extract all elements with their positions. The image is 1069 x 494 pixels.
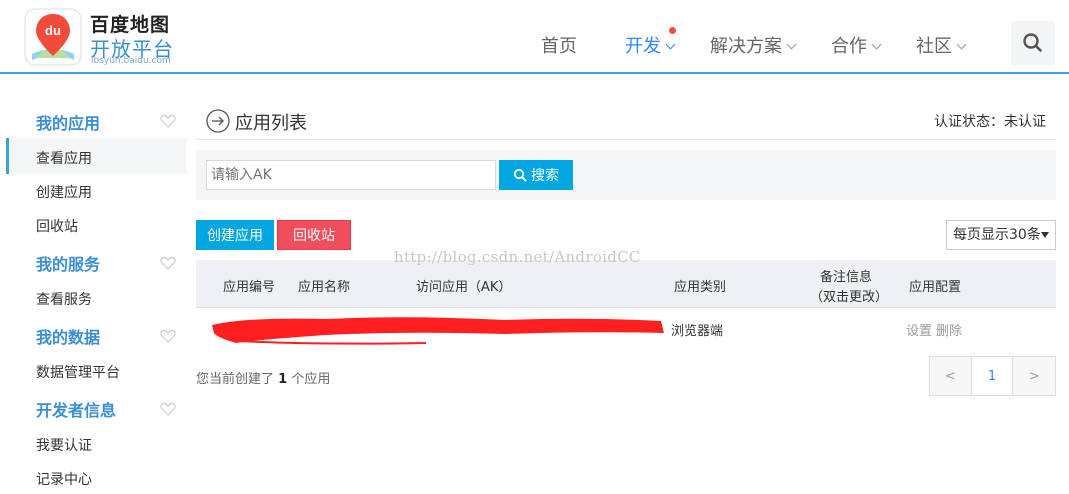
nav-solutions[interactable]: 解决方案 (710, 32, 797, 58)
search-button[interactable]: 搜索 (499, 160, 573, 190)
col-app-name: 应用名称 (298, 280, 351, 295)
sidebar-group-my-services[interactable]: 我的服务 (36, 251, 100, 275)
nav-cooperation[interactable]: 合作 (831, 32, 882, 58)
per-page-select[interactable]: 每页显示30条 (946, 220, 1056, 250)
sidebar-item-view-apps[interactable]: 查看应用 (36, 148, 92, 168)
col-config: 应用配置 (909, 280, 962, 295)
page-number[interactable]: 1 (971, 357, 1014, 395)
chevron-down-icon (871, 39, 882, 50)
cert-status: 认证状态：未认证 (934, 114, 1046, 130)
create-app-button[interactable]: 创建应用 (196, 220, 274, 250)
baidu-map-logo[interactable]: du 百度地图 开放平台 lbsyun.baidu.com (22, 6, 182, 68)
settings-link[interactable]: 设置 (906, 320, 932, 339)
caret-down-icon (1041, 232, 1049, 238)
pagination: < 1 > (929, 356, 1056, 396)
notification-dot (669, 27, 676, 34)
table-row: 浏览器端 设置 删除 (196, 309, 1056, 347)
nav-cooperation-label: 合作 (831, 36, 867, 57)
top-header: du 百度地图 开放平台 lbsyun.baidu.com 首页 开发 解决方案… (0, 0, 1069, 74)
chevron-down-icon (786, 39, 797, 50)
nav-home[interactable]: 首页 (541, 32, 577, 58)
heart-icon[interactable] (160, 402, 176, 416)
app-count-summary: 您当前创建了 1 个应用 (196, 368, 330, 387)
nav-home-label: 首页 (541, 36, 577, 57)
next-page-button[interactable]: > (1013, 357, 1055, 395)
logo-url: lbsyun.baidu.com (91, 56, 171, 66)
sidebar-item-create-app[interactable]: 创建应用 (36, 182, 92, 202)
search-panel: 搜索 (196, 150, 1056, 200)
col-ak: 访问应用（AK） (416, 280, 512, 295)
prev-page-button[interactable]: < (930, 357, 972, 395)
per-page-value: 每页显示30条 (953, 227, 1041, 243)
search-icon (1023, 33, 1042, 52)
col-category: 应用类别 (674, 280, 727, 295)
col-remark-hint: （双击更改） (810, 290, 889, 305)
search-icon (513, 168, 527, 182)
header-search-button[interactable] (1011, 21, 1055, 65)
search-button-label: 搜索 (531, 168, 559, 184)
sidebar-item-data-platform[interactable]: 数据管理平台 (36, 362, 120, 382)
nav-community-label: 社区 (916, 36, 952, 57)
summary-prefix: 您当前创建了 (196, 372, 275, 387)
sidebar-group-developer-info[interactable]: 开发者信息 (36, 397, 116, 421)
map-pin-logo-icon: du (24, 8, 82, 66)
nav-solutions-label: 解决方案 (710, 36, 782, 57)
chevron-down-icon (665, 39, 676, 50)
table-header: 应用编号 应用名称 访问应用（AK） 应用类别 备注信息 （双击更改） 应用配置 (196, 260, 1056, 308)
col-app-id: 应用编号 (223, 280, 276, 295)
nav-develop[interactable]: 开发 (625, 32, 676, 58)
sidebar-item-view-services[interactable]: 查看服务 (36, 289, 92, 309)
heart-icon[interactable] (160, 256, 176, 270)
heart-icon[interactable] (160, 329, 176, 343)
ak-search-input[interactable] (206, 160, 496, 190)
blog-watermark: http://blog.csdn.net/AndroidCC (394, 248, 641, 266)
redaction-scribble (212, 317, 664, 345)
sidebar-group-my-apps[interactable]: 我的应用 (36, 110, 100, 134)
logo-badge: du (45, 23, 61, 38)
sidebar-active-highlight (6, 138, 186, 174)
app-category: 浏览器端 (671, 324, 724, 339)
nav-develop-label: 开发 (625, 36, 661, 57)
delete-link[interactable]: 删除 (936, 320, 962, 339)
recycle-bin-button[interactable]: 回收站 (277, 220, 351, 250)
page-title-bar: 应用列表 认证状态：未认证 (196, 100, 1056, 140)
chevron-down-icon (956, 39, 967, 50)
col-remark: 备注信息 (820, 270, 873, 285)
page-title: 应用列表 (235, 113, 307, 134)
heart-icon[interactable] (160, 114, 176, 128)
arrow-circle-right-icon (206, 109, 230, 133)
sidebar-item-certify[interactable]: 我要认证 (36, 435, 92, 455)
nav-community[interactable]: 社区 (916, 32, 967, 58)
summary-count: 1 (278, 372, 288, 387)
sidebar-item-recycle-bin[interactable]: 回收站 (36, 216, 78, 236)
sidebar-group-my-data[interactable]: 我的数据 (36, 324, 100, 348)
sidebar-item-record-center[interactable]: 记录中心 (36, 469, 92, 489)
summary-suffix: 个应用 (291, 372, 331, 387)
